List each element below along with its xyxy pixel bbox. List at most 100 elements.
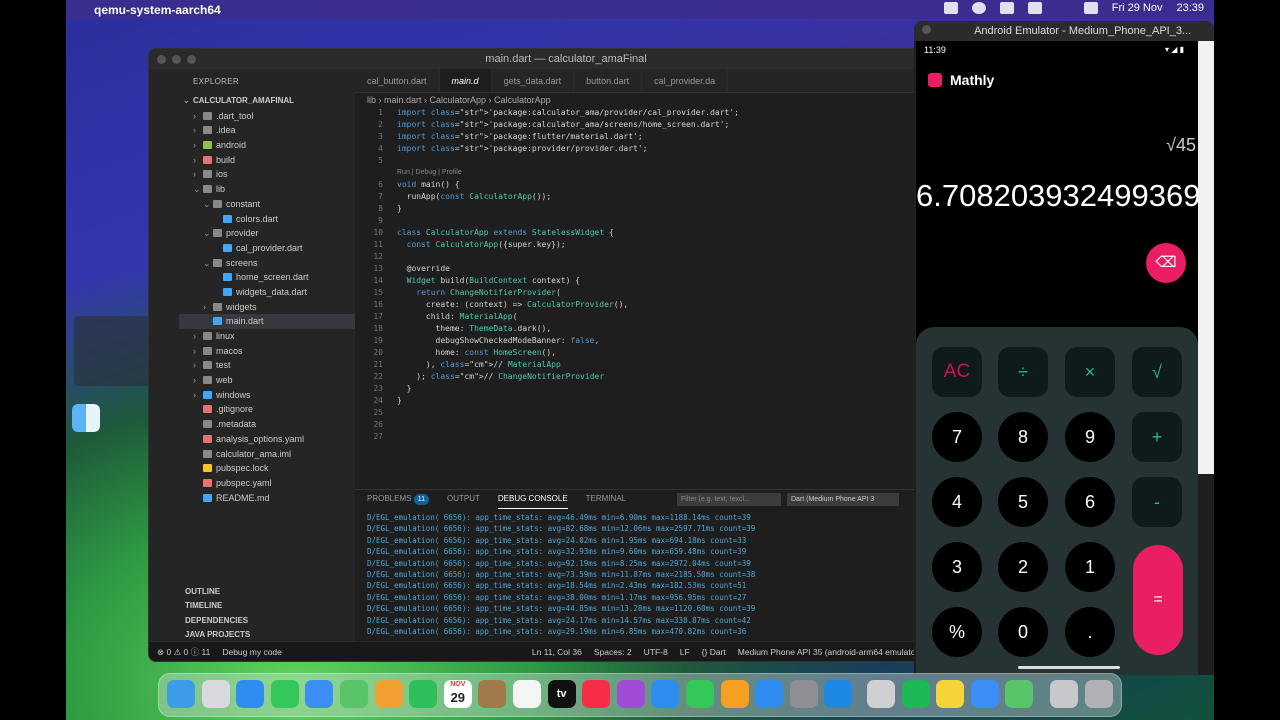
trash-icon[interactable]	[1084, 680, 1113, 708]
tree-item[interactable]: › ios	[179, 167, 355, 182]
photos-icon[interactable]	[374, 680, 403, 708]
indentation[interactable]: Spaces: 2	[594, 642, 632, 661]
key-button[interactable]: 3	[932, 542, 982, 592]
debug-session-select[interactable]: Dart (Medium Phone API 3	[787, 493, 899, 506]
input-source-icon[interactable]	[1027, 2, 1042, 14]
appstore-icon[interactable]	[755, 680, 784, 708]
mail-icon[interactable]	[305, 680, 334, 708]
key-button[interactable]: 7	[932, 412, 982, 462]
tree-item[interactable]: widgets_data.dart	[179, 285, 355, 300]
project-root[interactable]: ⌄ CALCULATOR_AMAFINAL	[179, 94, 355, 109]
messages-icon[interactable]	[270, 680, 299, 708]
notes-brown-icon[interactable]	[478, 680, 507, 708]
key-button[interactable]: AC	[932, 347, 982, 397]
key-button[interactable]: √	[1132, 347, 1182, 397]
tree-item[interactable]: ⌄ provider	[179, 226, 355, 241]
key-button[interactable]: ×	[1065, 347, 1115, 397]
tree-item[interactable]: README.md	[179, 491, 355, 506]
numbers-icon[interactable]	[686, 680, 714, 708]
editor-tab[interactable]: button.dart	[574, 69, 643, 92]
line-ending[interactable]: LF	[680, 642, 690, 661]
finder-icon[interactable]	[167, 680, 195, 708]
cursor-position[interactable]: Ln 11, Col 36	[532, 642, 582, 661]
codelens[interactable]: Run | Debug | Profile	[355, 167, 983, 179]
editor-tab[interactable]: cal_button.dart	[355, 69, 440, 92]
key-button[interactable]: ÷	[998, 347, 1048, 397]
tree-item[interactable]: › android	[179, 138, 355, 153]
key-button[interactable]: 2	[998, 542, 1048, 592]
backspace-button[interactable]: ⌫	[1146, 243, 1186, 283]
close-window-button[interactable]	[157, 55, 166, 64]
calendar-icon[interactable]: NOV 29	[443, 680, 472, 708]
tab-output[interactable]: OUTPUT	[447, 490, 480, 508]
key-button[interactable]: 8	[998, 412, 1048, 462]
tree-item[interactable]: › macos	[179, 344, 355, 359]
key-button[interactable]: 5	[998, 477, 1048, 527]
tree-item[interactable]: calculator_ama.iml	[179, 447, 355, 462]
debug-status[interactable]: Debug my code	[222, 642, 282, 661]
manage-gear-icon[interactable]	[156, 597, 172, 613]
tree-item[interactable]: ⌄ constant	[179, 197, 355, 212]
zoom-window-button[interactable]	[187, 55, 196, 64]
python-icon[interactable]	[156, 229, 172, 245]
flutter-icon[interactable]	[156, 259, 172, 275]
source-control-icon[interactable]	[156, 139, 172, 155]
printer-icon[interactable]	[1050, 680, 1078, 708]
equals-button[interactable]: =	[1133, 545, 1183, 655]
tree-item[interactable]: › linux	[179, 329, 355, 344]
spotify-icon[interactable]	[901, 680, 930, 708]
tree-item[interactable]: home_screen.dart	[179, 270, 355, 285]
tab-terminal[interactable]: TERMINAL	[586, 490, 626, 508]
tree-item[interactable]: › web	[179, 373, 355, 388]
launchpad-icon[interactable]	[201, 680, 230, 708]
music-icon[interactable]	[582, 680, 611, 708]
background-window[interactable]	[74, 316, 156, 386]
minimize-window-button[interactable]	[172, 55, 181, 64]
key-button[interactable]: 4	[932, 477, 982, 527]
editor-icon[interactable]	[867, 680, 895, 708]
account-icon[interactable]	[156, 567, 172, 583]
files-icon[interactable]	[156, 79, 172, 95]
key-button[interactable]: 6	[1065, 477, 1115, 527]
tree-item[interactable]: colors.dart	[179, 212, 355, 227]
sidebar-section[interactable]: TIMELINE	[179, 599, 355, 614]
key-button[interactable]: 1	[1065, 542, 1115, 592]
reminders-icon[interactable]	[513, 680, 541, 708]
menu-date[interactable]: Fri 29 Nov	[1112, 2, 1163, 14]
key-button[interactable]: 9	[1065, 412, 1115, 462]
control-center-icon[interactable]	[1083, 2, 1098, 14]
tree-item[interactable]: cal_provider.dart	[179, 241, 355, 256]
device-selector[interactable]: Medium Phone API 35 (android-arm64 emula…	[738, 642, 921, 661]
safari-icon[interactable]	[236, 680, 265, 708]
android-emulator-icon[interactable]	[1005, 680, 1034, 708]
tree-item[interactable]: › .idea	[179, 123, 355, 138]
tree-item[interactable]: › build	[179, 153, 355, 168]
tab-problems[interactable]: PROBLEMS 11	[367, 490, 429, 508]
editor-tab[interactable]: cal_provider.da	[642, 69, 729, 92]
key-button[interactable]: -	[1132, 477, 1182, 527]
key-button[interactable]: .	[1065, 607, 1115, 657]
notes-icon[interactable]	[936, 680, 965, 708]
breadcrumb[interactable]: lib › main.dart › CalculatorApp › Calcul…	[355, 93, 983, 107]
sidebar-section[interactable]: OUTLINE	[179, 585, 355, 600]
tree-item[interactable]: › .dart_tool	[179, 109, 355, 124]
editor-tab[interactable]: gets_data.dart	[492, 69, 575, 92]
search-icon[interactable]	[156, 109, 172, 125]
home-indicator[interactable]	[1018, 666, 1120, 669]
tree-item[interactable]: › windows	[179, 388, 355, 403]
tree-item[interactable]: main.dart	[179, 314, 355, 329]
code-editor[interactable]: 1 import class="str">'package:calculator_…	[355, 107, 983, 443]
vscode-icon[interactable]	[824, 680, 853, 708]
problems-status[interactable]: ⊗ 0 ⚠ 0 ⓘ 11	[157, 642, 210, 661]
menu-app-name[interactable]: qemu-system-aarch64	[94, 3, 221, 17]
testing-icon[interactable]	[156, 199, 172, 215]
podcasts-icon[interactable]	[616, 680, 645, 708]
close-window-button[interactable]	[922, 25, 931, 34]
key-button[interactable]: +	[1132, 412, 1182, 462]
tree-item[interactable]: .gitignore	[179, 402, 355, 417]
maps-icon[interactable]	[340, 680, 368, 708]
tree-item[interactable]: analysis_options.yaml	[179, 432, 355, 447]
record-icon[interactable]	[971, 2, 986, 14]
utm-icon[interactable]	[970, 680, 999, 708]
editor-tab[interactable]: main.d	[439, 69, 492, 92]
